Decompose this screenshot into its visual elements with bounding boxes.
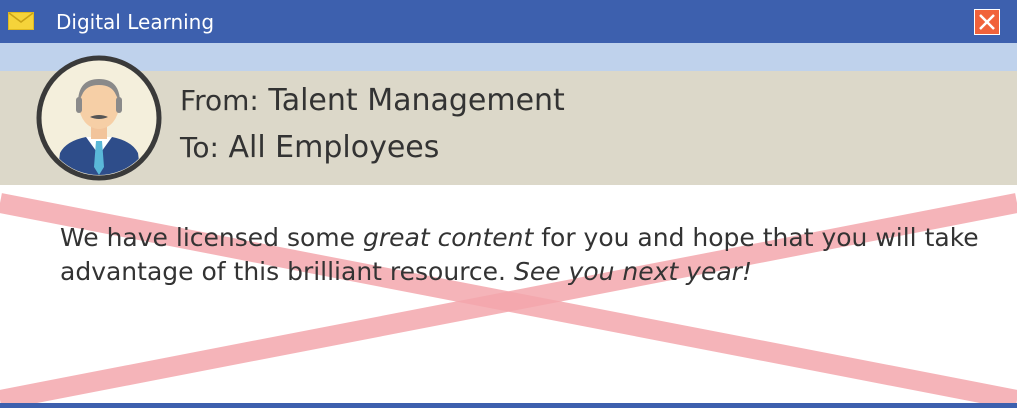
to-line: To: All Employees xyxy=(180,130,439,165)
window-title: Digital Learning xyxy=(56,10,215,34)
envelope-icon xyxy=(8,12,34,30)
message-emphasis: great content xyxy=(362,223,534,252)
close-button[interactable] xyxy=(974,9,1000,35)
from-label: From: xyxy=(180,84,259,117)
to-label: To: xyxy=(180,131,219,164)
close-icon xyxy=(979,14,995,30)
businessman-avatar xyxy=(36,55,162,181)
from-line: From: Talent Management xyxy=(180,83,565,118)
message-text: We have licensed some xyxy=(60,223,363,252)
from-value: Talent Management xyxy=(258,83,565,118)
title-bar: Digital Learning xyxy=(0,0,1017,43)
strike-through-cross xyxy=(0,193,1017,408)
bottom-bar xyxy=(0,403,1017,408)
message-body: We have licensed some great content for … xyxy=(60,221,990,289)
message-closing: See you next year! xyxy=(513,257,752,286)
to-value: All Employees xyxy=(218,130,440,165)
